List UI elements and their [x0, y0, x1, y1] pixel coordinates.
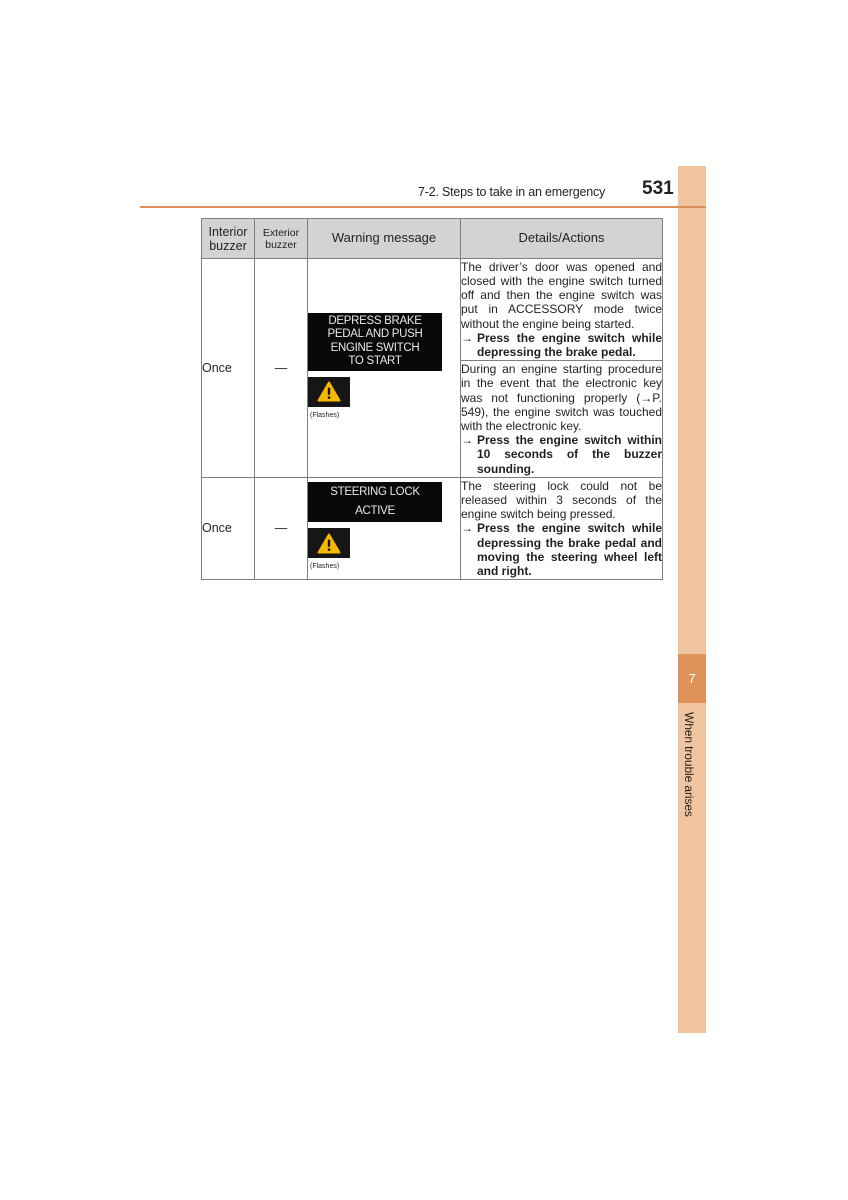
details-text: During an engine starting procedure in t…: [461, 362, 662, 433]
details-text: The driver’s door was opened and closed …: [461, 259, 662, 331]
display-line: TO START: [348, 355, 402, 368]
warning-message-cell: STEERING LOCK ACTIVE (Flashes): [307, 477, 461, 580]
display-message-panel: DEPRESS BRAKE PEDAL AND PUSH ENGINE SWIT…: [308, 312, 442, 371]
arrow-icon: →: [461, 433, 473, 448]
action-item: → Press the engine switch while depressi…: [461, 331, 662, 359]
header-details-actions: Details/Actions: [460, 218, 663, 259]
page-number: 531: [642, 178, 674, 199]
display-line: PEDAL AND PUSH: [327, 328, 423, 341]
display-line: DEPRESS BRAKE: [328, 314, 422, 327]
warning-triangle-icon: [308, 528, 350, 559]
table-row: Once — DEPRESS BRAKE PEDAL AND PUSH ENGI…: [201, 258, 663, 478]
warning-triangle-icon: [308, 376, 350, 407]
display-line: STEERING LOCK: [330, 486, 420, 499]
display-line: ACTIVE: [355, 505, 395, 518]
arrow-icon: →: [461, 521, 473, 536]
details-cell: The steering lock could not be released …: [460, 477, 663, 580]
header-exterior-buzzer: Exterior buzzer: [254, 218, 308, 259]
details-cell: During an engine starting procedure in t…: [460, 360, 663, 478]
warning-table: Interior buzzer Exterior buzzer Warning …: [201, 218, 663, 580]
action-text: Press the engine switch while depressing…: [477, 521, 662, 578]
section-title: 7-2. Steps to take in an emergency: [418, 185, 606, 199]
warning-message-cell: DEPRESS BRAKE PEDAL AND PUSH ENGINE SWIT…: [307, 258, 461, 478]
chapter-number: 7: [678, 654, 706, 703]
details-text: The steering lock could not be released …: [461, 478, 662, 522]
action-text: Press the engine switch while depressing…: [477, 330, 662, 359]
table-header-row: Interior buzzer Exterior buzzer Warning …: [201, 218, 663, 259]
chapter-side-tab: [678, 166, 706, 1033]
details-cell: The driver’s door was opened and closed …: [460, 258, 663, 361]
chapter-title: When trouble arises: [682, 712, 696, 817]
interior-buzzer-cell: Once: [201, 258, 255, 478]
action-text: Press the engine switch within 10 second…: [477, 433, 662, 476]
icon-caption: (Flashes): [310, 563, 340, 571]
action-item: → Press the engine switch while depressi…: [461, 521, 662, 578]
exterior-buzzer-cell: —: [254, 477, 308, 580]
display-line: ENGINE SWITCH: [330, 341, 420, 354]
header-divider: [140, 206, 706, 208]
table-row: Once — STEERING LOCK ACTIVE (Flashes) Th: [201, 477, 663, 580]
exterior-buzzer-cell: —: [254, 258, 308, 478]
action-item: → Press the engine switch within 10 seco…: [461, 433, 662, 476]
display-message-panel: STEERING LOCK ACTIVE: [308, 482, 442, 523]
interior-buzzer-cell: Once: [201, 477, 255, 580]
icon-caption: (Flashes): [310, 411, 340, 419]
header-warning-message: Warning message: [307, 218, 461, 259]
header-interior-buzzer: Interior buzzer: [201, 218, 255, 259]
arrow-icon: →: [461, 330, 473, 345]
